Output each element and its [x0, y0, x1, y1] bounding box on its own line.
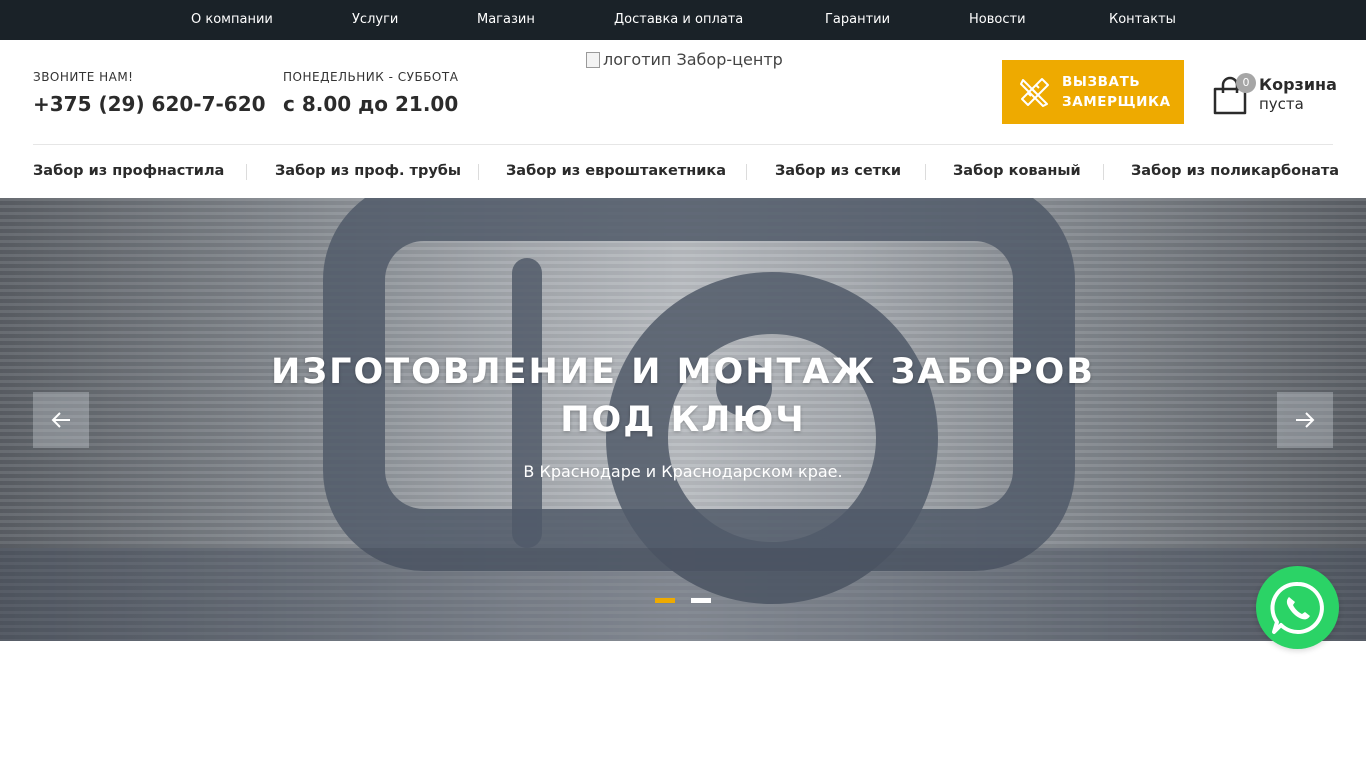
- top-navigation: О компании Услуги Магазин Доставка и опл…: [0, 0, 1366, 40]
- hero-title: ИЗГОТОВЛЕНИЕ И МОНТАЖ ЗАБОРОВ ПОД КЛЮЧ: [271, 352, 1095, 440]
- slider-dot-1[interactable]: [655, 598, 675, 603]
- category-mesh-link[interactable]: Забор из сетки: [775, 145, 901, 198]
- category-separator: [246, 164, 247, 180]
- topnav-services-link[interactable]: Услуги: [352, 0, 398, 40]
- hero-slider: ИЗГОТОВЛЕНИЕ И МОНТАЖ ЗАБОРОВ ПОД КЛЮЧ В…: [0, 198, 1366, 641]
- site-header: ЗВОНИТЕ НАМ! +375 (29) 620-7-620 ПОНЕДЕЛ…: [0, 40, 1366, 144]
- call-measurer-button[interactable]: ВЫЗВАТЬ ЗАМЕРЩИКА: [1002, 60, 1184, 124]
- category-polycarbonate-link[interactable]: Забор из поликарбоната: [1131, 145, 1339, 198]
- topnav-news-link[interactable]: Новости: [969, 0, 1026, 40]
- site-logo[interactable]: логотип Забор-центр: [586, 50, 783, 69]
- category-separator: [478, 164, 479, 180]
- topnav-contacts-link[interactable]: Контакты: [1109, 0, 1176, 40]
- arrow-right-icon: [1296, 412, 1315, 428]
- category-prof-pipe-link[interactable]: Забор из проф. трубы: [275, 145, 461, 198]
- logo-alt-text: логотип Забор-центр: [603, 50, 783, 69]
- hours-label: ПОНЕДЕЛЬНИК - СУББОТА: [283, 70, 459, 84]
- slider-next-button[interactable]: [1277, 392, 1333, 448]
- working-hours: с 8.00 до 21.00: [283, 92, 459, 116]
- slider-dot-2[interactable]: [691, 598, 711, 603]
- category-separator: [746, 164, 747, 180]
- category-forged-link[interactable]: Забор кованый: [953, 145, 1081, 198]
- hero-subtitle: В Краснодаре и Краснодарском крае.: [523, 462, 843, 481]
- category-separator: [925, 164, 926, 180]
- phone-label: ЗВОНИТЕ НАМ!: [33, 70, 134, 84]
- topnav-shop-link[interactable]: Магазин: [477, 0, 535, 40]
- cart-title: Корзина: [1259, 75, 1337, 94]
- topnav-delivery-link[interactable]: Доставка и оплата: [614, 0, 743, 40]
- slider-prev-button[interactable]: [33, 392, 89, 448]
- cart-widget[interactable]: 0 Корзина пуста: [1212, 73, 1337, 118]
- category-separator: [1103, 164, 1104, 180]
- category-navigation: Забор из профнастила Забор из проф. труб…: [0, 145, 1366, 198]
- phone-number[interactable]: +375 (29) 620-7-620: [33, 92, 266, 116]
- category-euroshtaketnik-link[interactable]: Забор из евроштакетника: [506, 145, 726, 198]
- ruler-pencil-icon: [1020, 78, 1049, 107]
- call-measurer-label: ВЫЗВАТЬ ЗАМЕРЩИКА: [1062, 74, 1171, 110]
- whatsapp-button[interactable]: [1256, 566, 1339, 649]
- broken-image-icon: [586, 51, 600, 68]
- topnav-guarantees-link[interactable]: Гарантии: [825, 0, 890, 40]
- cart-status: пуста: [1259, 95, 1304, 113]
- topnav-about-link[interactable]: О компании: [191, 0, 273, 40]
- whatsapp-icon: [1269, 581, 1324, 634]
- category-profnastil-link[interactable]: Забор из профнастила: [33, 145, 224, 198]
- cart-count-badge: 0: [1236, 73, 1256, 93]
- arrow-left-icon: [51, 412, 70, 428]
